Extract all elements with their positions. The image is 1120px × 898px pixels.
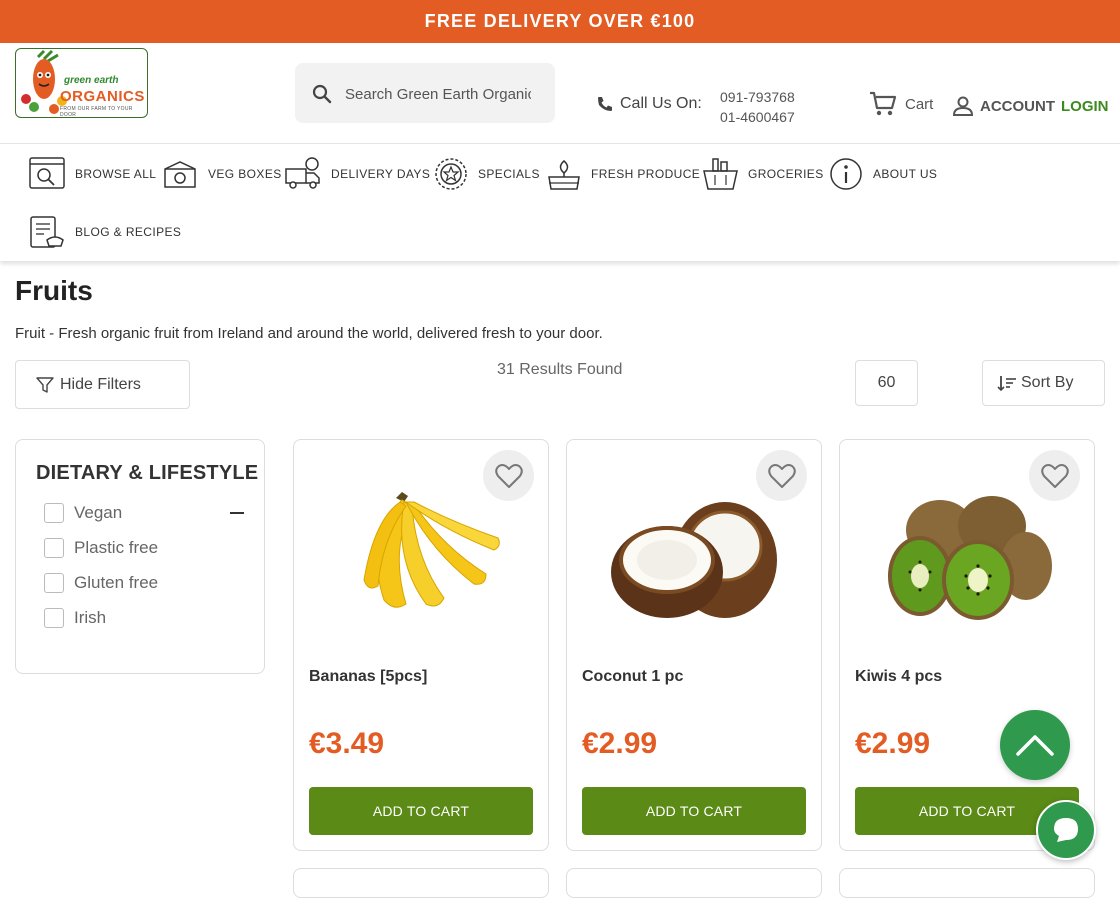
chat-button[interactable]	[1036, 800, 1096, 860]
scroll-to-top-button[interactable]	[1000, 710, 1070, 780]
collapse-icon[interactable]	[230, 512, 244, 514]
nav-label: FRESH PRODUCE	[591, 167, 701, 181]
nav-label: BLOG & RECIPES	[75, 225, 182, 239]
info-icon	[830, 158, 862, 190]
checkbox[interactable]	[44, 608, 64, 628]
checkbox[interactable]	[44, 538, 64, 558]
nav-item-veg-boxes[interactable]: VEG BOXES	[162, 157, 282, 191]
nav-label: BROWSE ALL	[75, 167, 157, 181]
logo-line1: green earth	[64, 75, 119, 86]
sort-icon	[997, 376, 1016, 392]
account-label: ACCOUNT	[980, 97, 1055, 115]
promo-banner: FREE DELIVERY OVER €100	[0, 0, 1120, 43]
login-link[interactable]: LOGIN	[1061, 98, 1109, 115]
nav-label: GROCERIES	[748, 167, 824, 181]
cart-link[interactable]: Cart	[869, 91, 933, 117]
add-to-cart-button[interactable]: ADD TO CART	[309, 787, 533, 835]
filter-option-plastic-free[interactable]: Plastic free	[44, 538, 158, 558]
nav-item-groceries[interactable]: GROCERIES	[703, 157, 824, 191]
browse-icon	[29, 157, 65, 189]
filter-label: Vegan	[74, 503, 123, 522]
phone-number-2[interactable]: 01-4600467	[720, 107, 795, 127]
nav-item-specials[interactable]: SPECIALS	[434, 157, 540, 191]
hide-filters-label: Hide Filters	[60, 375, 141, 393]
filter-label: Gluten free	[74, 573, 159, 592]
filter-option-gluten-free[interactable]: Gluten free	[44, 573, 158, 593]
product-card[interactable]: Kiwis 4 pcs €2.99 ADD TO CART	[839, 439, 1095, 851]
user-icon	[952, 96, 974, 116]
logo-line2: ORGANICS	[60, 88, 145, 105]
filter-label: Irish	[74, 608, 107, 627]
product-price: €3.49	[309, 727, 385, 760]
page-description: Fruit - Fresh organic fruit from Ireland…	[15, 325, 603, 342]
checkbox[interactable]	[44, 573, 64, 593]
add-to-cart-button[interactable]: ADD TO CART	[582, 787, 806, 835]
product-price: €2.99	[855, 727, 931, 760]
product-name[interactable]: Kiwis 4 pcs	[855, 668, 942, 686]
filter-option-irish[interactable]: Irish	[44, 608, 106, 628]
hide-filters-button[interactable]: Hide Filters	[15, 360, 190, 409]
product-card[interactable]	[839, 868, 1095, 898]
delivery-truck-icon	[285, 157, 320, 189]
chat-icon	[1054, 818, 1078, 842]
nav-label: SPECIALS	[478, 167, 540, 181]
page-title: Fruits	[15, 275, 93, 306]
call-us-label: Call Us On:	[620, 95, 702, 112]
call-us: Call Us On:	[596, 95, 702, 113]
site-header: green earth ORGANICS FROM OUR FARM TO YO…	[0, 43, 1120, 143]
basket-icon	[703, 158, 738, 190]
logo-tagline: FROM OUR FARM TO YOUR DOOR	[60, 106, 133, 118]
product-card[interactable]: Coconut 1 pc €2.99 ADD TO CART	[566, 439, 822, 851]
nav-item-browse-all[interactable]: BROWSE ALL	[29, 157, 156, 191]
search-icon[interactable]	[312, 84, 332, 104]
main-nav: BROWSE ALL VEG BOXES DELIVERY DAYS SPECI…	[0, 143, 1120, 261]
phone-icon	[598, 97, 612, 111]
results-count: 31 Results Found	[497, 361, 623, 378]
star-badge-icon	[435, 158, 467, 190]
recipe-icon	[30, 216, 64, 248]
product-name[interactable]: Bananas [5pcs]	[309, 668, 427, 686]
product-card[interactable]	[293, 868, 549, 898]
coconut-image	[611, 502, 777, 618]
banana-image	[363, 492, 500, 608]
site-logo[interactable]: green earth ORGANICS FROM OUR FARM TO YO…	[15, 48, 148, 118]
per-page-value: 60	[877, 374, 896, 391]
search-input[interactable]	[345, 81, 531, 107]
product-price: €2.99	[582, 727, 658, 760]
filters-panel: DIETARY & LIFESTYLE Vegan Plastic free G…	[15, 439, 265, 674]
kiwi-image	[888, 496, 1052, 620]
veg-box-icon	[164, 161, 196, 188]
filter-heading: DIETARY & LIFESTYLE	[36, 462, 259, 484]
product-card[interactable]: Bananas [5pcs] €3.49 ADD TO CART	[293, 439, 549, 851]
produce-icon	[548, 160, 580, 190]
cart-label: Cart	[905, 95, 934, 113]
promo-text: FREE DELIVERY OVER €100	[424, 11, 696, 31]
checkbox[interactable]	[44, 503, 64, 523]
nav-label: ABOUT US	[873, 167, 938, 181]
nav-item-fresh-produce[interactable]: FRESH PRODUCE	[547, 157, 700, 191]
filter-icon	[36, 376, 54, 393]
chevron-up-icon	[1016, 735, 1054, 756]
phone-numbers: 091-793768 01-4600467	[720, 87, 795, 127]
nav-item-delivery-days[interactable]: DELIVERY DAYS	[285, 157, 430, 191]
filter-option-vegan[interactable]: Vegan	[44, 503, 122, 523]
nav-label: VEG BOXES	[208, 167, 282, 181]
cart-icon	[870, 91, 897, 116]
nav-item-about-us[interactable]: ABOUT US	[829, 157, 937, 191]
sort-by-label: Sort By	[1021, 374, 1074, 391]
per-page-select[interactable]: 60	[855, 360, 918, 406]
phone-number-1[interactable]: 091-793768	[720, 87, 795, 107]
nav-item-blog-recipes[interactable]: BLOG & RECIPES	[29, 214, 181, 250]
filter-label: Plastic free	[74, 538, 159, 557]
product-name[interactable]: Coconut 1 pc	[582, 668, 683, 686]
account-link[interactable]: ACCOUNT LOGIN	[952, 95, 1109, 117]
search-box	[295, 63, 555, 123]
nav-label: DELIVERY DAYS	[331, 167, 431, 181]
product-card[interactable]	[566, 868, 822, 898]
sort-by-select[interactable]: Sort By	[982, 360, 1105, 406]
